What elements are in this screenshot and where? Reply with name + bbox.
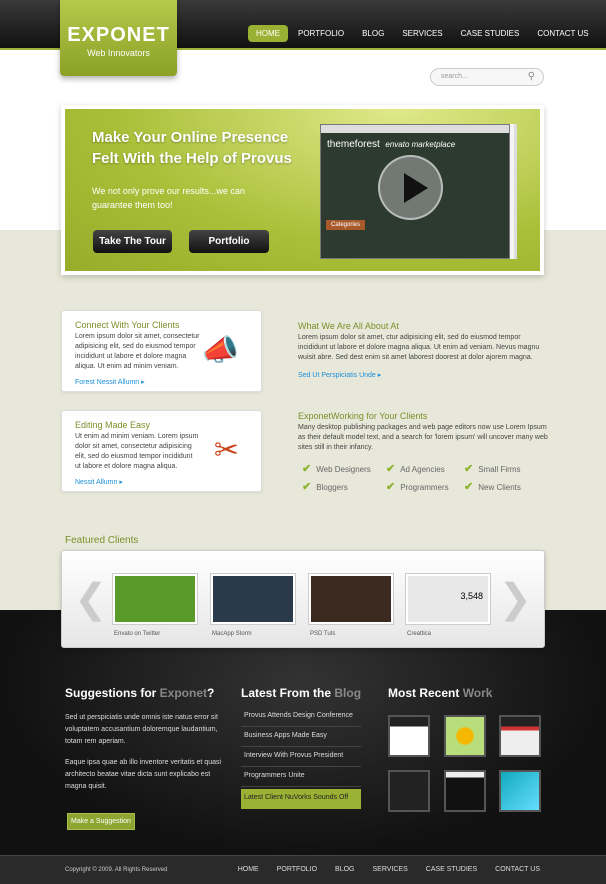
chevron-left-icon[interactable]: ❮ xyxy=(74,576,108,622)
client-item[interactable]: Envato on Twitter xyxy=(112,573,198,637)
make-suggestion-button[interactable]: Make a Suggestion xyxy=(67,813,135,830)
check-item: ✔ Ad Agencies xyxy=(386,463,445,475)
video-player[interactable]: themeforest envato marketplace Categorie… xyxy=(320,124,510,259)
card-link[interactable]: Nessit Allumn ▸ xyxy=(75,478,248,486)
check-icon: ✔ xyxy=(464,463,474,475)
video-menu: Categories xyxy=(326,220,366,230)
footer-nav-services[interactable]: SERVICES xyxy=(373,866,408,873)
work-thumb[interactable] xyxy=(499,715,541,757)
nav-blog[interactable]: BLOG xyxy=(354,25,392,42)
logo-title: EXPONET xyxy=(67,24,170,46)
blog-list: Provus Attends Design Conference Busines… xyxy=(241,707,361,809)
video-brand: themeforest xyxy=(327,139,380,150)
check-icon: ✔ xyxy=(464,481,474,493)
work-thumb[interactable] xyxy=(499,770,541,812)
search-placeholder: search... xyxy=(441,73,468,80)
clients-slider: ❮ ❯ Envato on Twitter MacApp Storm PSD T… xyxy=(61,550,545,648)
check-item: ✔ Programmers xyxy=(386,481,449,493)
check-icon: ✔ xyxy=(302,463,312,475)
card-text: Lorem ipsum dolor sit amet, consectetur … xyxy=(75,333,200,370)
scissors-icon: ✂ xyxy=(213,434,239,467)
take-tour-button[interactable]: Take The Tour xyxy=(93,230,172,253)
footer-nav-home[interactable]: HOME xyxy=(238,866,259,873)
check-icon: ✔ xyxy=(386,463,396,475)
card-editing: Editing Made Easy Ut enim ad minim venia… xyxy=(61,410,262,492)
hero-banner: Make Your Online Presence Felt With the H… xyxy=(61,105,544,275)
blog-item[interactable]: Latest Client NuVorks Sounds Off xyxy=(241,789,361,809)
check-icon: ✔ xyxy=(386,481,396,493)
about-link[interactable]: Sed Ut Perspiciatis Unde ▸ xyxy=(298,371,548,379)
work-title: Most Recent Work xyxy=(388,686,493,700)
client-item[interactable]: PSD Tuts xyxy=(308,573,394,637)
nav-services[interactable]: SERVICES xyxy=(394,25,450,42)
suggestions-text-2: Eaque ipsa quae ab illo inventore verita… xyxy=(65,759,222,790)
about-text: Lorem ipsum dolor sit amet, ctur adipisi… xyxy=(298,334,540,361)
card-link[interactable]: Forest Nessit Allumn ▸ xyxy=(75,378,248,386)
about-title: What We Are All About At xyxy=(298,321,399,331)
copyright: Copyright © 2009. All Rights Reserved xyxy=(65,867,168,873)
chevron-right-icon[interactable]: ❯ xyxy=(498,576,532,622)
work-thumb[interactable] xyxy=(388,715,430,757)
main-nav: HOME PORTFOLIO BLOG SERVICES CASE STUDIE… xyxy=(248,25,597,42)
hero-text: We not only prove our results...we can g… xyxy=(92,186,245,210)
about-section: What We Are All About At Lorem ipsum dol… xyxy=(298,321,548,379)
card-text: Ut enim ad minim veniam. Lorem ipsum dol… xyxy=(75,433,199,470)
check-icon: ✔ xyxy=(302,481,312,493)
check-item: ✔ Web Designers xyxy=(302,463,371,475)
card-title: Connect With Your Clients xyxy=(75,320,180,330)
suggestions-text: Sed ut perspiciatis unde omnis iste natu… xyxy=(65,714,218,745)
hero-title: Make Your Online Presence Felt With the H… xyxy=(92,129,292,167)
search-icon[interactable]: ⚲ xyxy=(528,71,535,82)
blog-item[interactable]: Programmers Unite xyxy=(241,767,361,787)
logo[interactable]: EXPONET Web Innovators xyxy=(60,0,177,76)
work-thumb[interactable] xyxy=(444,770,486,812)
client-types: ✔ Web Designers ✔ Ad Agencies ✔ Small Firms… xyxy=(302,462,544,493)
work-thumb[interactable] xyxy=(444,715,486,757)
featured-clients-title: Featured Clients xyxy=(65,535,139,546)
check-item: ✔ Small Firms xyxy=(464,463,521,475)
card-connect: Connect With Your Clients Lorem ipsum do… xyxy=(61,310,262,392)
blog-item[interactable]: Interview With Provus President xyxy=(241,747,361,767)
blog-item[interactable]: Provus Attends Design Conference xyxy=(241,707,361,727)
working-title: ExponetWorking for Your Clients xyxy=(298,411,428,421)
work-thumb[interactable] xyxy=(388,770,430,812)
client-item[interactable]: 3,548 Creattica xyxy=(405,573,491,637)
nav-case-studies[interactable]: CASE STUDIES xyxy=(453,25,528,42)
footer-nav-blog[interactable]: BLOG xyxy=(335,866,354,873)
suggestions-title: Suggestions for Exponet? xyxy=(65,686,215,700)
portfolio-button[interactable]: Portfolio xyxy=(189,230,269,253)
play-icon[interactable] xyxy=(378,155,443,220)
blog-title: Latest From the Blog xyxy=(241,686,362,700)
footer-nav-portfolio[interactable]: PORTFOLIO xyxy=(277,866,317,873)
working-section: ExponetWorking for Your Clients Many des… xyxy=(298,411,548,453)
search-input[interactable]: search... ⚲ xyxy=(430,68,544,86)
footer-nav: HOME PORTFOLIO BLOG SERVICES CASE STUDIE… xyxy=(238,866,540,873)
nav-contact[interactable]: CONTACT US xyxy=(529,25,596,42)
video-brand-2: envato marketplace xyxy=(385,140,456,149)
footer-nav-contact[interactable]: CONTACT US xyxy=(495,866,540,873)
check-item: ✔ New Clients xyxy=(464,481,521,493)
footer-nav-case-studies[interactable]: CASE STUDIES xyxy=(426,866,477,873)
card-title: Editing Made Easy xyxy=(75,420,151,430)
nav-portfolio[interactable]: PORTFOLIO xyxy=(290,25,352,42)
blog-item[interactable]: Business Apps Made Easy xyxy=(241,727,361,747)
working-text: Many desktop publishing packages and web… xyxy=(298,424,548,451)
nav-home[interactable]: HOME xyxy=(248,25,288,42)
client-item[interactable]: MacApp Storm xyxy=(210,573,296,637)
megaphone-icon: 📣 xyxy=(201,334,239,367)
logo-subtitle: Web Innovators xyxy=(87,48,150,58)
check-item: ✔ Bloggers xyxy=(302,481,348,493)
